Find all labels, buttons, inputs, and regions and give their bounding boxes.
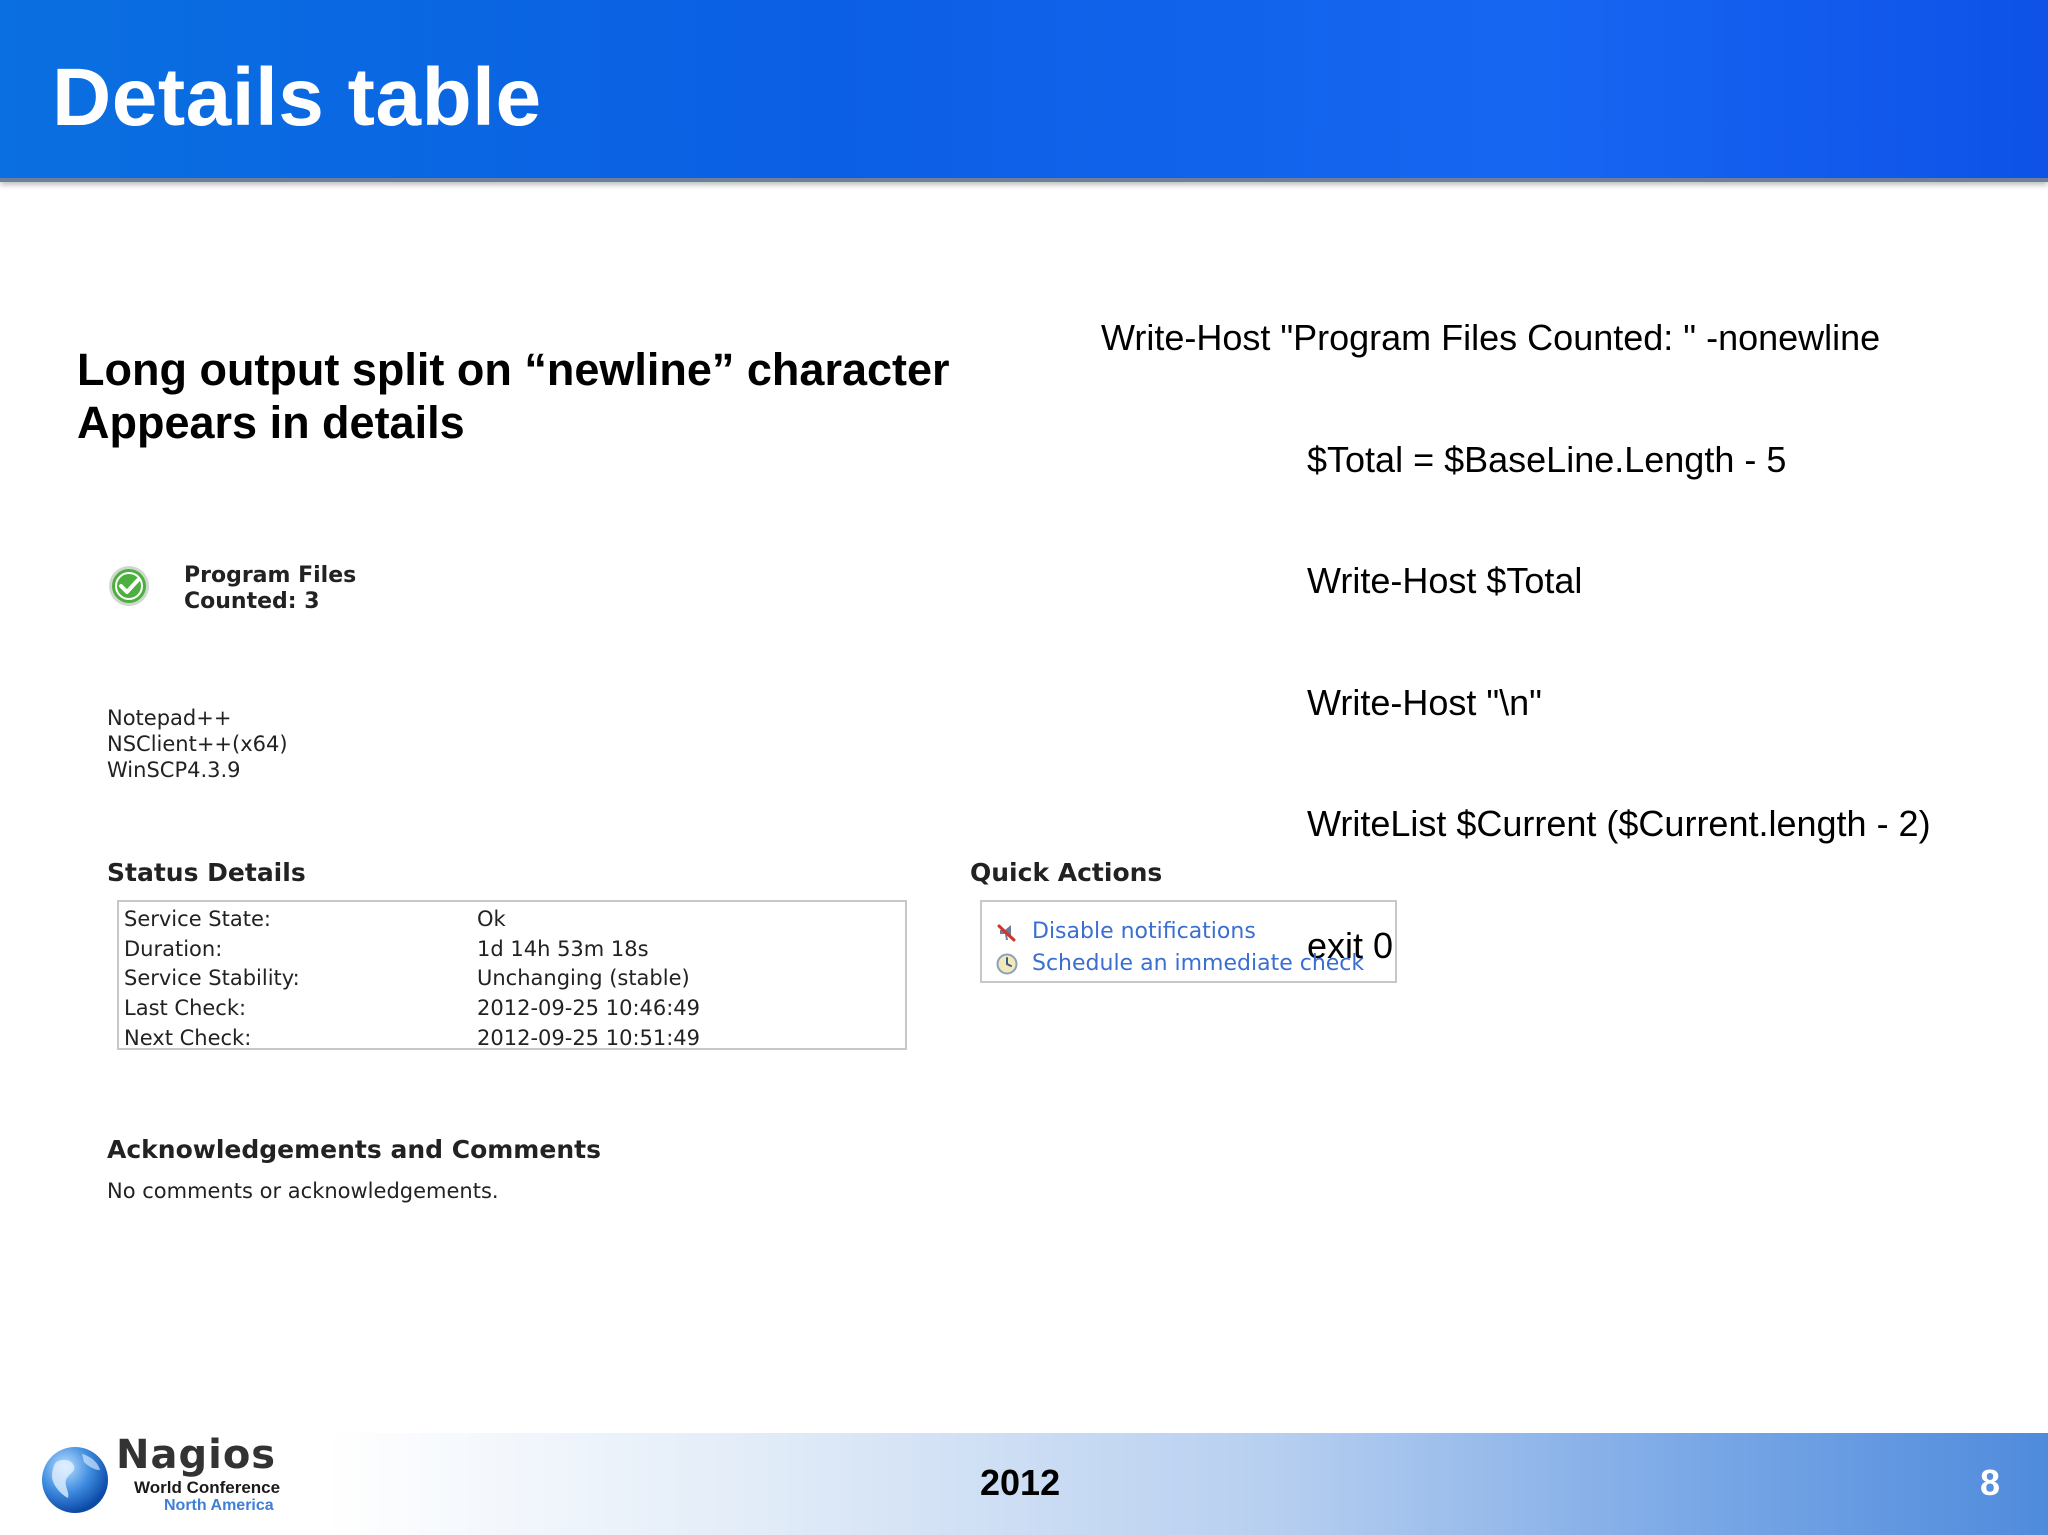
nagios-logo: Nagios World Conference North America — [34, 1432, 294, 1532]
code-line: Write-Host "Program Files Counted: " -no… — [1101, 317, 1881, 358]
list-item: NSClient++(x64) — [107, 732, 288, 756]
clock-icon — [996, 953, 1018, 975]
subheading-line-2: Appears in details — [77, 397, 465, 448]
status-key: Service State: — [124, 907, 271, 931]
page-number: 8 — [1980, 1462, 2001, 1503]
status-value: 1d 14h 53m 18s — [477, 936, 649, 961]
quick-action-label: Disable notifications — [1032, 919, 1256, 944]
table-row: Service State: Ok — [124, 905, 905, 935]
status-details-title: Status Details — [107, 858, 306, 887]
acknowledgements-title: Acknowledgements and Comments — [107, 1135, 601, 1164]
status-key: Next Check: — [124, 1025, 252, 1050]
status-key: Duration: — [124, 936, 223, 961]
quick-action-label: Schedule an immediate check — [1032, 951, 1365, 976]
table-row: Duration: 1d 14h 53m 18s — [124, 935, 905, 965]
logo-subtitle-2: North America — [164, 1497, 274, 1514]
footer-gradient-band — [325, 1433, 2048, 1535]
quick-actions-box: Disable notifications Schedule an immedi… — [980, 900, 1397, 983]
slide-header: Details table — [0, 0, 2048, 182]
acknowledgements-text: No comments or acknowledgements. — [107, 1179, 499, 1203]
logo-subtitle-1: World Conference — [134, 1478, 281, 1497]
megaphone-muted-icon — [997, 924, 1016, 942]
logo-brand: Nagios — [116, 1432, 277, 1478]
slide-title: Details table — [52, 52, 542, 143]
disable-notifications-link[interactable]: Disable notifications — [996, 916, 1395, 948]
code-line: WriteList $Current ($Current.length - 2) — [1307, 803, 1931, 844]
slide-footer: 2012 8 — [0, 1433, 2048, 1535]
quick-actions-title: Quick Actions — [970, 858, 1163, 887]
status-details-table: Service State: Ok Duration: 1d 14h 53m 1… — [117, 900, 907, 1050]
program-file-list: Notepad++ NSClient++(x64) WinSCP4.3.9 — [107, 705, 288, 783]
table-row: Service Stability: Unchanging (stable) — [124, 964, 905, 994]
status-value: Ok — [477, 907, 506, 931]
schedule-immediate-check-link[interactable]: Schedule an immediate check — [996, 948, 1395, 980]
code-line: $Total = $BaseLine.Length - 5 — [1307, 438, 1787, 480]
table-row: Next Check: 2012-09-25 10:51:49 — [124, 1024, 905, 1054]
table-row: Last Check: 2012-09-25 10:46:49 — [124, 994, 905, 1024]
status-summary: Program Files Counted: 3 — [184, 563, 356, 615]
footer-year: 2012 — [980, 1462, 1061, 1503]
code-snippet: Write-Host "Program Files Counted: " -no… — [1101, 237, 1931, 1007]
status-value: 2012-09-25 10:46:49 — [477, 996, 701, 1021]
subheading-line-1: Long output split on “newline” character — [77, 344, 950, 395]
globe-icon — [42, 1447, 108, 1513]
status-summary-line-2: Counted: 3 — [184, 589, 320, 614]
status-key: Last Check: — [124, 996, 247, 1021]
status-summary-line-1: Program Files — [184, 563, 357, 588]
status-value: Unchanging (stable) — [477, 966, 690, 991]
check-circle-icon — [109, 566, 149, 606]
code-line: Write-Host "\n" — [1307, 681, 1542, 723]
status-key: Service Stability: — [124, 966, 300, 991]
slide-subheading: Long output split on “newline” character… — [77, 343, 950, 449]
list-item: Notepad++ — [107, 706, 232, 730]
list-item: WinSCP4.3.9 — [107, 758, 241, 782]
code-line: Write-Host $Total — [1307, 560, 1583, 601]
status-value: 2012-09-25 10:51:49 — [477, 1025, 701, 1050]
